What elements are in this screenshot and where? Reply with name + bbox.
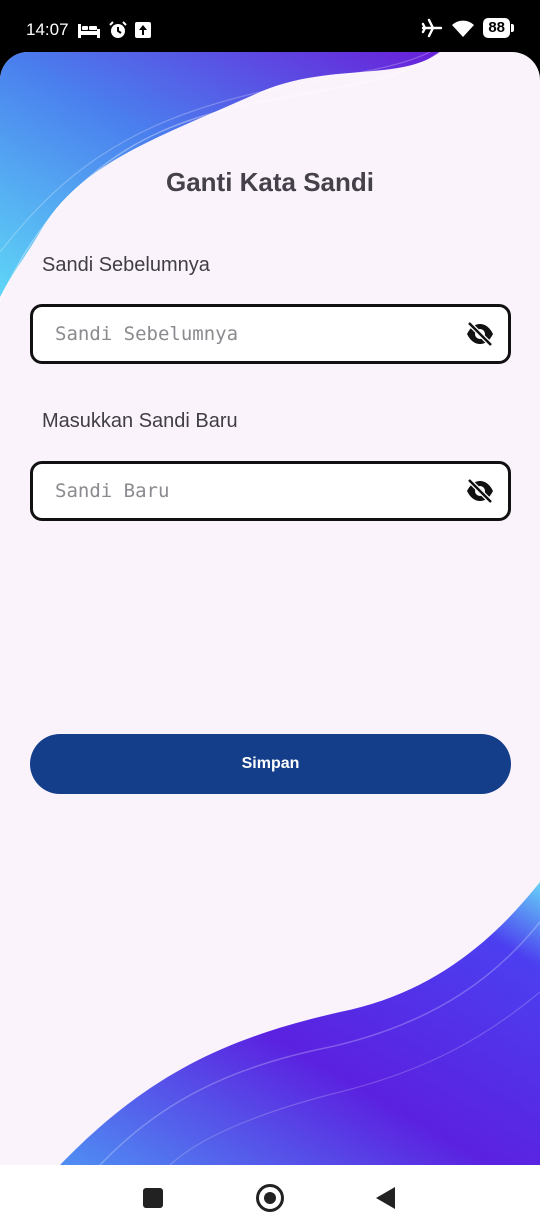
home-icon[interactable] <box>256 1184 284 1212</box>
airplane-icon <box>422 18 443 38</box>
recents-icon[interactable] <box>143 1188 163 1208</box>
eye-off-icon <box>467 478 493 504</box>
status-left: 14:07 <box>26 20 151 40</box>
bed-icon <box>77 24 100 38</box>
background-waves <box>0 52 540 1165</box>
upload-icon <box>134 22 151 38</box>
old-password-field[interactable] <box>30 304 511 364</box>
new-password-label: Masukkan Sandi Baru <box>42 410 238 432</box>
page-title: Ganti Kata Sandi <box>165 167 375 197</box>
status-time: 14:07 <box>26 20 69 39</box>
app-screen: Ganti Kata Sandi Sandi Sebelumnya Masukk… <box>0 52 540 1165</box>
new-password-visibility-toggle[interactable] <box>464 476 496 506</box>
new-password-input[interactable] <box>55 464 455 518</box>
back-icon[interactable] <box>376 1187 395 1209</box>
navigation-bar <box>0 1165 540 1230</box>
status-bar: 14:07 88 <box>0 0 540 56</box>
save-button[interactable]: Simpan <box>30 734 511 794</box>
old-password-input[interactable] <box>55 307 455 361</box>
alarm-icon <box>108 21 127 38</box>
battery-indicator: 88 <box>483 18 514 38</box>
old-password-visibility-toggle[interactable] <box>464 319 496 349</box>
new-password-field[interactable] <box>30 461 511 521</box>
status-right: 88 <box>421 18 514 38</box>
old-password-label: Sandi Sebelumnya <box>42 254 210 276</box>
eye-off-icon <box>467 321 493 347</box>
wifi-icon <box>452 20 475 37</box>
